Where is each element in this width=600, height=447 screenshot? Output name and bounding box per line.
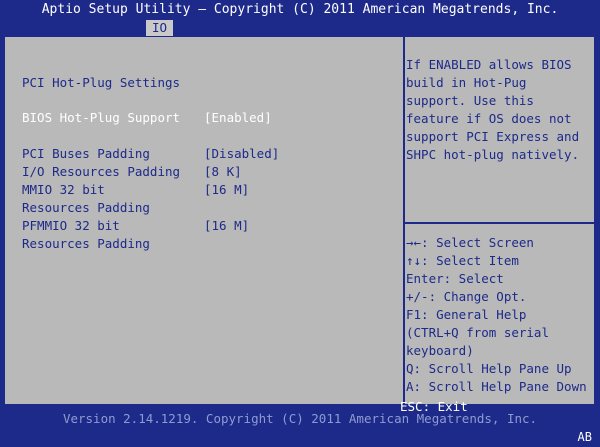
key-help-change-opt: +/-: Change Opt. — [406, 289, 527, 304]
setting-label-mmio-32bit[interactable]: MMIO 32 bit — [22, 181, 105, 199]
key-help-select-screen: →←: Select Screen — [406, 235, 534, 250]
title-bar: Aptio Setup Utility – Copyright (C) 2011… — [41, 2, 559, 17]
setting-value-mmio-32bit[interactable]: [16 M] — [204, 181, 249, 199]
help-text-line: If ENABLED allows BIOS — [406, 57, 572, 72]
setting-label-pfmmio-32bit-line2[interactable]: Resources Padding — [22, 235, 150, 253]
setting-label-pfmmio-32bit[interactable]: PFMMIO 32 bit — [22, 217, 120, 235]
key-help-scroll-up: Q: Scroll Help Pane Up — [406, 361, 572, 376]
setting-value-pfmmio-32bit[interactable]: [16 M] — [204, 217, 249, 235]
key-help-general-help: F1: General Help — [406, 307, 527, 322]
corner-label: AB — [577, 430, 592, 444]
help-text-line: support PCI Express and — [406, 129, 580, 144]
help-text-line: support. Use this — [406, 93, 534, 108]
setting-value-bios-hot-plug[interactable]: [Enabled] — [204, 109, 272, 127]
setting-label-bios-hot-plug[interactable]: BIOS Hot-Plug Support — [22, 109, 180, 127]
setting-label-mmio-32bit-line2[interactable]: Resources Padding — [22, 199, 150, 217]
key-help-ctrl-q: (CTRL+Q from serial — [406, 325, 549, 340]
key-help-keyboard: keyboard) — [406, 343, 474, 358]
setting-label-pci-buses-padding[interactable]: PCI Buses Padding — [22, 145, 150, 163]
key-help-enter: Enter: Select — [406, 271, 504, 286]
help-text-line: SHPC hot-plug natively. — [406, 147, 580, 162]
footer-version: Version 2.14.1219. Copyright (C) 2011 Am… — [62, 411, 538, 426]
setting-value-pci-buses-padding[interactable]: [Disabled] — [204, 145, 279, 163]
section-title: PCI Hot-Plug Settings — [22, 75, 181, 90]
tab-io[interactable]: IO — [146, 20, 174, 36]
setup-panel: PCI Hot-Plug Settings BIOS Hot-Plug Supp… — [4, 36, 595, 405]
setting-value-io-resources-padding[interactable]: [8 K] — [204, 163, 242, 181]
panel-divider-horizontal — [405, 222, 594, 224]
panel-divider-vertical — [403, 37, 405, 404]
setting-label-io-resources-padding[interactable]: I/O Resources Padding — [22, 163, 180, 181]
key-help-scroll-down: A: Scroll Help Pane Down — [406, 379, 587, 394]
key-help-select-item: ↑↓: Select Item — [406, 253, 519, 268]
help-text-line: build in Hot-Pug — [406, 75, 527, 90]
help-text-line: feature if OS does not — [406, 111, 572, 126]
